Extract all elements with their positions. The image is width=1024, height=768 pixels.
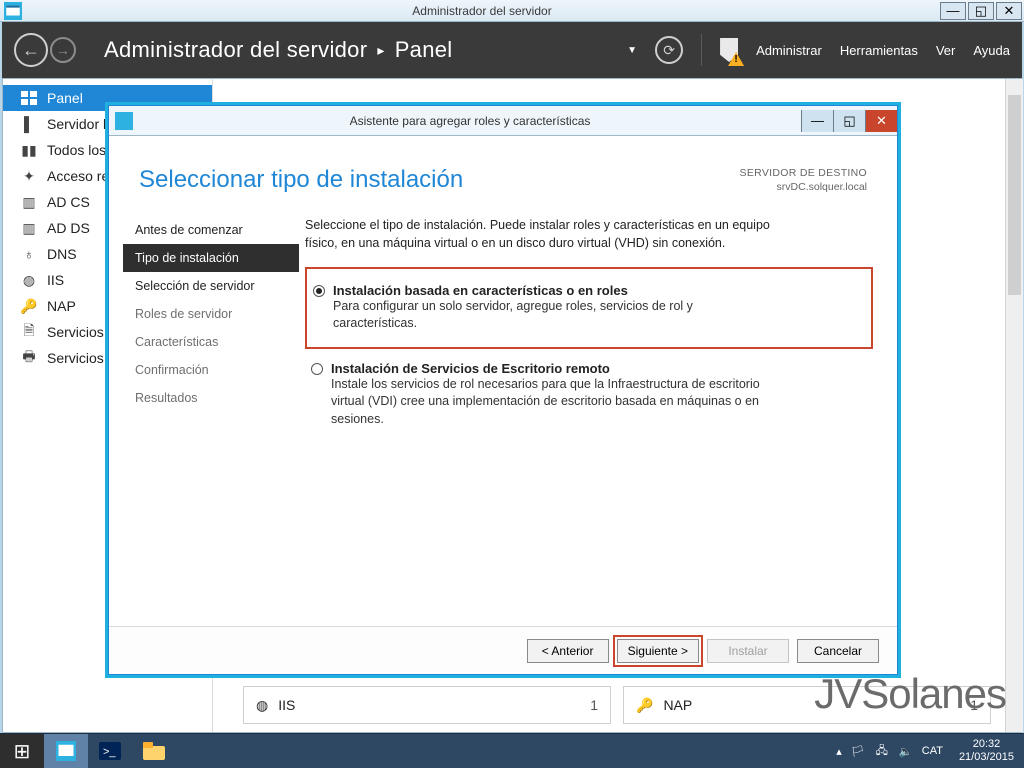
option-role-based[interactable]: Instalación basada en características o …	[305, 267, 873, 349]
server-manager-icon	[4, 2, 22, 20]
servers-icon: ▮▮	[21, 143, 37, 157]
command-bar: ← → Administrador del servidor ▸ Panel ▼…	[2, 22, 1022, 78]
step-results[interactable]: Resultados	[123, 384, 299, 412]
option-title: Instalación basada en características o …	[333, 283, 773, 298]
dest-server-name: srvDC.solquer.local	[740, 180, 867, 194]
step-server-roles[interactable]: Roles de servidor	[123, 300, 299, 328]
taskbar-clock[interactable]: 20:32 21/03/2015	[949, 738, 1024, 764]
server-manager-window: Administrador del servidor — ◱ ✕ ← → Adm…	[0, 0, 1024, 768]
prev-button[interactable]: < Anterior	[527, 639, 609, 663]
taskbar: ⊞ >_ ▴ 🏳 🖧 🔈 CAT 20:32 21/03/2015	[0, 733, 1024, 768]
wizard-intro-text: Seleccione el tipo de instalación. Puede…	[305, 216, 775, 252]
wizard-title: Asistente para agregar roles y caracterí…	[139, 114, 801, 128]
menu-view[interactable]: Ver	[936, 43, 956, 58]
add-roles-wizard: Asistente para agregar roles y caracterí…	[108, 105, 898, 675]
system-tray[interactable]: ▴ 🏳 🖧 🔈 CAT	[830, 743, 949, 759]
clock-date: 21/03/2015	[959, 751, 1014, 764]
nav-forward-button[interactable]: →	[50, 37, 76, 63]
step-confirmation[interactable]: Confirmación	[123, 356, 299, 384]
sidebar-item-label: DNS	[47, 246, 77, 262]
tile-count: 1	[970, 697, 978, 713]
iis-icon: ◍	[21, 273, 37, 287]
step-server-selection[interactable]: Selección de servidor	[123, 272, 299, 300]
dest-label: SERVIDOR DE DESTINO	[740, 166, 867, 180]
sidebar-item-label: IIS	[47, 272, 64, 288]
cert-icon: ▥	[21, 195, 37, 209]
option-desc: Para configurar un solo servidor, agregu…	[333, 298, 773, 333]
directory-icon: ▥	[21, 221, 37, 235]
close-button[interactable]: ✕	[996, 2, 1022, 20]
breadcrumb: Administrador del servidor ▸ Panel	[104, 37, 637, 63]
radio-rds[interactable]	[311, 363, 323, 375]
taskbar-explorer[interactable]	[132, 734, 176, 768]
taskbar-server-manager[interactable]	[44, 734, 88, 768]
sidebar-item-label: Panel	[47, 90, 83, 106]
wizard-main: Seleccione el tipo de instalación. Puede…	[299, 216, 873, 432]
sidebar-item-label: NAP	[47, 298, 76, 314]
tile-label: NAP	[663, 697, 692, 713]
step-installation-type[interactable]: Tipo de instalación	[123, 244, 299, 272]
tray-chevron-icon[interactable]: ▴	[836, 745, 842, 758]
dashboard-icon	[21, 91, 37, 105]
tray-flag-icon[interactable]: 🏳	[850, 743, 866, 759]
next-button[interactable]: Siguiente >	[617, 639, 699, 663]
wizard-close-button[interactable]: ✕	[865, 110, 897, 132]
tray-sound-icon[interactable]: 🔈	[898, 743, 914, 759]
files-icon: 🗎	[21, 325, 37, 339]
breadcrumb-current[interactable]: Panel	[395, 37, 453, 63]
menu-help[interactable]: Ayuda	[973, 43, 1010, 58]
start-button[interactable]: ⊞	[0, 734, 44, 768]
step-features[interactable]: Características	[123, 328, 299, 356]
server-icon: ▌	[21, 117, 37, 131]
minimize-button[interactable]: —	[940, 2, 966, 20]
clock-time: 20:32	[959, 738, 1014, 751]
cancel-button[interactable]: Cancelar	[797, 639, 879, 663]
tray-language[interactable]: CAT	[922, 745, 943, 757]
maximize-button[interactable]: ◱	[968, 2, 994, 20]
tile-label: IIS	[278, 697, 295, 713]
vertical-scrollbar[interactable]	[1005, 79, 1023, 732]
breadcrumb-root[interactable]: Administrador del servidor	[104, 37, 367, 63]
step-before-you-begin[interactable]: Antes de comenzar	[123, 216, 299, 244]
install-button[interactable]: Instalar	[707, 639, 789, 663]
sidebar-item-label: AD CS	[47, 194, 90, 210]
printer-icon: 🖶	[21, 351, 37, 365]
tile-count: 1	[590, 697, 598, 713]
wizard-heading: Seleccionar tipo de instalación	[139, 166, 740, 194]
tile-nap[interactable]: 🔑 NAP 1	[623, 686, 991, 724]
wizard-minimize-button[interactable]: —	[801, 110, 833, 132]
iis-icon: ◍	[256, 697, 268, 714]
option-desc: Instale los servicios de rol necesarios …	[331, 376, 771, 429]
radio-role-based[interactable]	[313, 285, 325, 297]
server-manager-icon	[115, 112, 133, 130]
option-title: Instalación de Servicios de Escritorio r…	[331, 361, 771, 376]
menu-tools[interactable]: Herramientas	[840, 43, 918, 58]
role-tiles: ◍ IIS 1 🔑 NAP 1	[243, 686, 991, 724]
destination-server: SERVIDOR DE DESTINO srvDC.solquer.local	[740, 166, 867, 194]
key-icon: 🔑	[21, 299, 37, 313]
notifications-flag[interactable]: !	[720, 38, 738, 62]
wizard-steps: Antes de comenzar Tipo de instalación Se…	[123, 216, 299, 432]
breadcrumb-dropdown-icon[interactable]: ▼	[627, 45, 637, 56]
dns-icon: ♁	[21, 247, 37, 261]
window-title: Administrador del servidor	[26, 4, 938, 18]
nav-back-button[interactable]: ←	[14, 33, 48, 67]
menu-manage[interactable]: Administrar	[756, 43, 822, 58]
chevron-right-icon: ▸	[377, 42, 384, 59]
wizard-titlebar: Asistente para agregar roles y caracterí…	[109, 106, 897, 136]
sidebar-item-label: AD DS	[47, 220, 90, 236]
option-rds[interactable]: Instalación de Servicios de Escritorio r…	[305, 357, 873, 433]
refresh-button[interactable]: ⟳	[655, 36, 683, 64]
svg-text:>_: >_	[103, 746, 116, 758]
tray-network-icon[interactable]: 🖧	[874, 743, 890, 759]
wizard-maximize-button[interactable]: ◱	[833, 110, 865, 132]
parent-titlebar: Administrador del servidor — ◱ ✕	[0, 0, 1024, 22]
taskbar-powershell[interactable]: >_	[88, 734, 132, 768]
wizard-footer: < Anterior Siguiente > Instalar Cancelar	[109, 626, 897, 674]
globe-icon: ✦	[21, 169, 37, 183]
key-icon: 🔑	[636, 697, 653, 714]
tile-iis[interactable]: ◍ IIS 1	[243, 686, 611, 724]
